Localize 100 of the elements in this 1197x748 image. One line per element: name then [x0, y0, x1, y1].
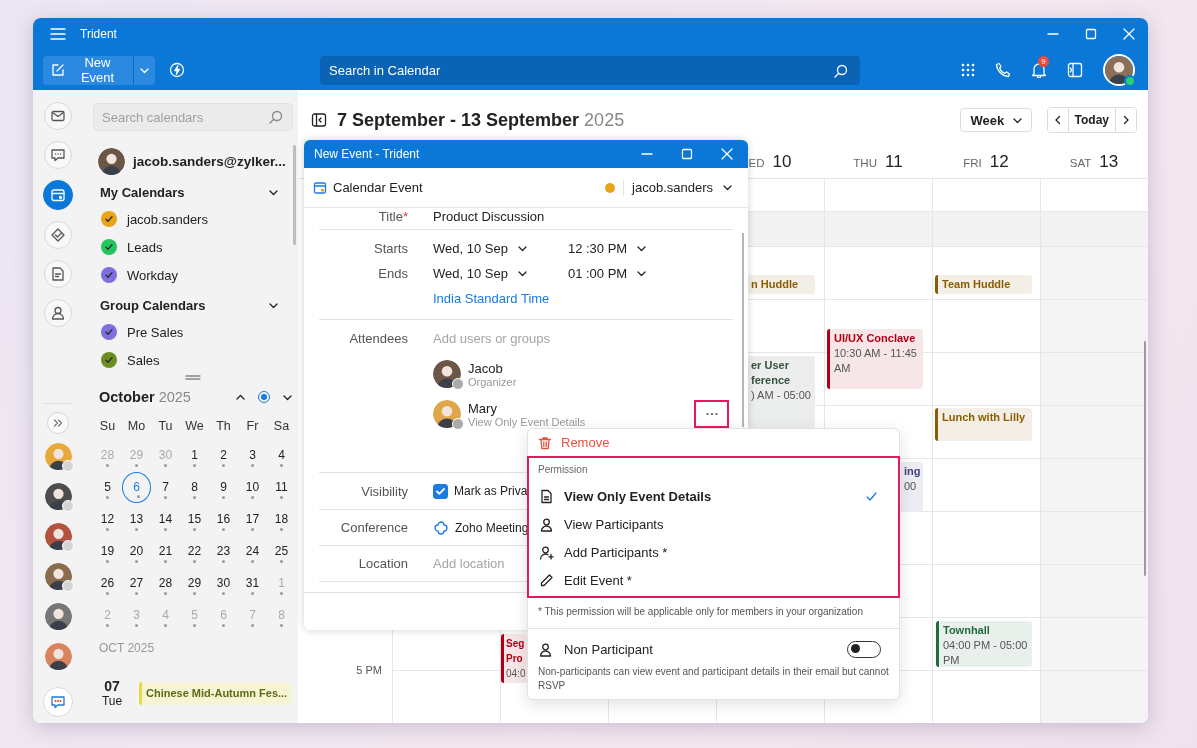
calendar-day[interactable]: 1: [182, 442, 207, 468]
calendar-day[interactable]: 7: [153, 474, 178, 500]
calendar-day[interactable]: 21: [153, 538, 178, 564]
event-chip[interactable]: Chinese Mid-Autumn Fes...: [139, 681, 291, 705]
event-title: Townhall: [943, 623, 991, 638]
remove-menu-item[interactable]: Remove: [528, 429, 899, 456]
date-number: 13: [1099, 151, 1119, 172]
calendar-day[interactable]: 31: [240, 570, 265, 596]
calendar-app-button[interactable]: [43, 180, 73, 210]
calendar-day[interactable]: 30: [211, 570, 236, 596]
event-card[interactable]: er User ference ) AM - 05:00: [748, 356, 815, 428]
permission-option[interactable]: View Only Event Details: [529, 482, 898, 510]
today-button[interactable]: Today: [1067, 108, 1116, 132]
weekday-label: ED: [748, 156, 765, 169]
menu-icon[interactable]: [50, 27, 66, 41]
expand-button[interactable]: [47, 412, 69, 434]
event-card[interactable]: UI/UX Conclave 10:30 AM - 11:45 AM: [827, 329, 923, 389]
timezone-link[interactable]: India Standard Time: [433, 291, 733, 306]
calendar-day[interactable]: 11: [269, 474, 294, 500]
calendar-day[interactable]: 28: [153, 570, 178, 596]
calendar-day[interactable]: 10: [240, 474, 265, 500]
calendar-day[interactable]: 18: [269, 506, 294, 532]
close-icon[interactable]: [721, 148, 733, 160]
toggle-switch[interactable]: [847, 640, 881, 658]
date-dropdown[interactable]: Wed, 10 Sep: [433, 266, 528, 281]
calendar-checkbox[interactable]: [101, 267, 117, 283]
calendar-day[interactable]: 17: [240, 506, 265, 532]
event-card[interactable]: Team Huddle: [935, 275, 1032, 294]
search-field[interactable]: Search calendars: [93, 103, 293, 131]
event-card[interactable]: ing 00: [901, 462, 923, 512]
meeting-icon: [433, 519, 449, 536]
drag-handle-icon[interactable]: [185, 375, 201, 380]
calendar-day[interactable]: 25: [269, 538, 294, 564]
calendar-day[interactable]: 15: [182, 506, 207, 532]
mail-app-button[interactable]: [44, 102, 72, 130]
tasks-app-button[interactable]: [44, 221, 72, 249]
search-icon[interactable]: [834, 63, 848, 78]
calendar-dropdown[interactable]: jacob.sanders: [632, 180, 733, 195]
agenda-date: 07: [104, 678, 120, 694]
agenda-heading: OCT 2025: [99, 641, 156, 657]
permission-option[interactable]: Edit Event *: [529, 566, 898, 594]
phone-icon[interactable]: [995, 62, 1011, 78]
event-title: Lunch with Lilly: [942, 410, 1027, 425]
maximize-icon[interactable]: [681, 148, 693, 160]
date-dropdown[interactable]: Wed, 10 Sep: [433, 241, 528, 256]
event-card[interactable]: Seg Pro 04:0: [501, 634, 527, 683]
calendar-day[interactable]: 29: [182, 570, 207, 596]
calendar-day[interactable]: 27: [124, 570, 149, 596]
checkbox[interactable]: [433, 483, 448, 499]
calendar-day[interactable]: 24: [240, 538, 265, 564]
lightning-icon[interactable]: [169, 62, 185, 78]
field-label: Ends: [377, 266, 408, 281]
calendar-day[interactable]: 2: [211, 442, 236, 468]
search-icon[interactable]: [269, 110, 283, 124]
contacts-app-button[interactable]: [44, 299, 72, 327]
bell-icon[interactable]: [1031, 62, 1047, 78]
calendar-day[interactable]: 9: [211, 474, 236, 500]
calendar-checkbox[interactable]: [101, 352, 117, 368]
apps-grid-icon[interactable]: [961, 63, 975, 77]
window-title: Trident: [80, 27, 117, 41]
maximize-icon[interactable]: [1085, 28, 1097, 40]
calendar-day[interactable]: 16: [211, 506, 236, 532]
calendar-day[interactable]: 8: [182, 474, 207, 500]
group-title: My Calendars: [100, 184, 186, 200]
chevron-right-icon: [1121, 115, 1131, 125]
permission-option[interactable]: Add Participants *: [529, 538, 898, 566]
sidebar-toggle-icon[interactable]: [311, 112, 327, 128]
month-title: October 2025: [99, 389, 192, 405]
calendar-day[interactable]: 13: [124, 506, 149, 532]
calendar-day[interactable]: 12: [95, 506, 120, 532]
calendar-day[interactable]: 14: [153, 506, 178, 532]
view-dropdown[interactable]: Week: [959, 108, 1032, 132]
calendar-day[interactable]: 3: [240, 442, 265, 468]
calendar-day[interactable]: 23: [211, 538, 236, 564]
calendar-checkbox[interactable]: [101, 211, 117, 227]
calendar-name: jacob.sanders: [127, 211, 208, 227]
notes-app-button[interactable]: [44, 260, 72, 288]
calendar-day[interactable]: 19: [95, 538, 120, 564]
permission-option[interactable]: View Participants: [529, 510, 898, 538]
more-button[interactable]: [694, 400, 729, 428]
calendar-day[interactable]: 20: [124, 538, 149, 564]
chat-button[interactable]: [43, 687, 73, 717]
calendar-day[interactable]: 26: [95, 570, 120, 596]
event-card[interactable]: Townhall 04:00 PM - 05:00 PM: [936, 621, 1032, 667]
weekday-label: FRI: [963, 156, 982, 169]
calendar-day[interactable]: 22: [182, 538, 207, 564]
calendar-checkbox[interactable]: [101, 324, 117, 340]
check-icon: [104, 270, 114, 280]
search-field[interactable]: Search in Calendar: [320, 55, 860, 85]
time-dropdown[interactable]: 12 :30 PM: [567, 241, 648, 256]
calendar-day[interactable]: 4: [269, 442, 294, 468]
calendar-day[interactable]: 5: [95, 474, 120, 500]
panel-icon[interactable]: [1067, 62, 1083, 78]
calendar-checkbox[interactable]: [101, 239, 117, 255]
field-label: Attendees: [348, 330, 408, 346]
chat-app-button[interactable]: [44, 141, 72, 169]
event-card[interactable]: Lunch with Lilly: [935, 408, 1032, 441]
event-card[interactable]: n Huddle: [748, 275, 815, 294]
time-dropdown[interactable]: 01 :00 PM: [567, 266, 648, 281]
close-icon[interactable]: [1123, 28, 1135, 40]
